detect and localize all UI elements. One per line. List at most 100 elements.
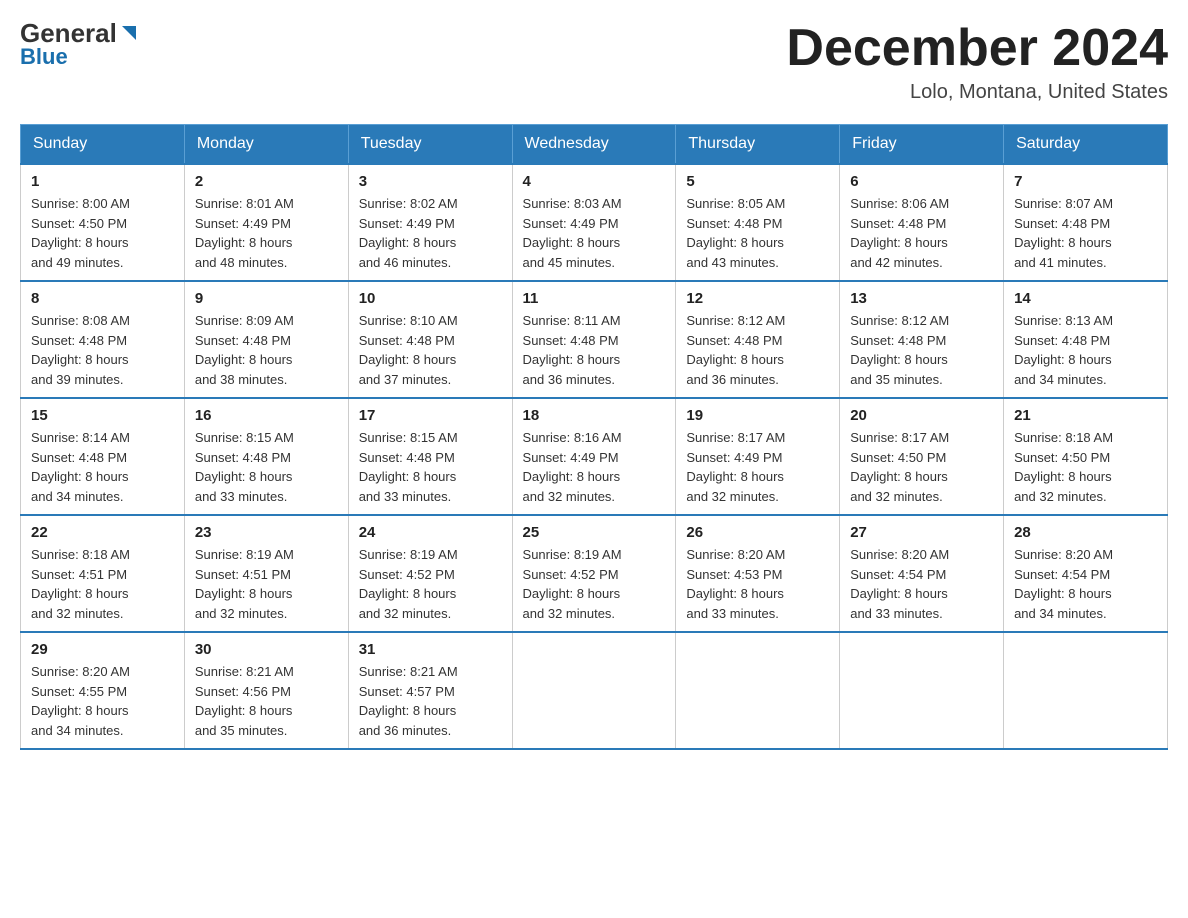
day-cell [840,632,1004,749]
day-cell: 21Sunrise: 8:18 AMSunset: 4:50 PMDayligh… [1004,398,1168,515]
day-cell [1004,632,1168,749]
weekday-header-tuesday: Tuesday [348,125,512,165]
location: Lolo, Montana, United States [786,81,1168,104]
day-number: 3 [359,173,502,190]
day-cell: 19 Sunrise: 8:17 AMSunset: 4:49 PMDayligh… [676,398,840,515]
day-number: 6 [850,173,993,190]
day-cell: 30 Sunrise: 8:21 AMSunset: 4:56 PMDayligh… [184,632,348,749]
day-number: 10 [359,290,502,307]
weekday-header-monday: Monday [184,125,348,165]
day-info: Sunrise: 8:12 AMSunset: 4:48 PMDaylight:… [850,311,993,389]
day-info: Sunrise: 8:19 AMSunset: 4:52 PMDaylight:… [359,545,502,623]
day-info: Sunrise: 8:20 AMSunset: 4:54 PMDaylight:… [1014,545,1157,623]
day-cell: 22Sunrise: 8:18 AMSunset: 4:51 PMDayligh… [21,515,185,632]
logo-blue: Blue [20,44,68,70]
day-cell: 31 Sunrise: 8:21 AMSunset: 4:57 PMDayligh… [348,632,512,749]
day-cell: 27 Sunrise: 8:20 AMSunset: 4:54 PMDayligh… [840,515,1004,632]
day-cell: 10Sunrise: 8:10 AMSunset: 4:48 PMDayligh… [348,281,512,398]
day-info: Sunrise: 8:16 AMSunset: 4:49 PMDaylight:… [523,428,666,506]
day-cell: 2 Sunrise: 8:01 AMSunset: 4:49 PMDaylight… [184,164,348,281]
day-cell: 15 Sunrise: 8:14 AMSunset: 4:48 PMDayligh… [21,398,185,515]
day-cell: 26 Sunrise: 8:20 AMSunset: 4:53 PMDayligh… [676,515,840,632]
day-number: 5 [686,173,829,190]
day-cell: 28Sunrise: 8:20 AMSunset: 4:54 PMDayligh… [1004,515,1168,632]
day-cell: 4 Sunrise: 8:03 AMSunset: 4:49 PMDaylight… [512,164,676,281]
day-number: 4 [523,173,666,190]
day-number: 11 [523,290,666,307]
day-info: Sunrise: 8:12 AMSunset: 4:48 PMDaylight:… [686,311,829,389]
day-number: 12 [686,290,829,307]
day-number: 24 [359,524,502,541]
day-number: 25 [523,524,666,541]
day-cell: 17 Sunrise: 8:15 AMSunset: 4:48 PMDayligh… [348,398,512,515]
week-row-5: 29 Sunrise: 8:20 AMSunset: 4:55 PMDayligh… [21,632,1168,749]
day-number: 8 [31,290,174,307]
day-info: Sunrise: 8:21 AMSunset: 4:56 PMDaylight:… [195,662,338,740]
month-title: December 2024 [786,20,1168,77]
day-number: 15 [31,407,174,424]
logo-triangle-icon [118,22,140,44]
day-number: 14 [1014,290,1157,307]
day-cell: 20Sunrise: 8:17 AMSunset: 4:50 PMDayligh… [840,398,1004,515]
weekday-header-thursday: Thursday [676,125,840,165]
day-number: 31 [359,641,502,658]
day-info: Sunrise: 8:21 AMSunset: 4:57 PMDaylight:… [359,662,502,740]
day-info: Sunrise: 8:19 AMSunset: 4:51 PMDaylight:… [195,545,338,623]
week-row-2: 8 Sunrise: 8:08 AMSunset: 4:48 PMDaylight… [21,281,1168,398]
day-number: 27 [850,524,993,541]
day-info: Sunrise: 8:15 AMSunset: 4:48 PMDaylight:… [195,428,338,506]
day-number: 21 [1014,407,1157,424]
day-number: 2 [195,173,338,190]
day-number: 17 [359,407,502,424]
day-number: 9 [195,290,338,307]
day-number: 30 [195,641,338,658]
day-number: 16 [195,407,338,424]
day-cell: 9Sunrise: 8:09 AMSunset: 4:48 PMDaylight… [184,281,348,398]
weekday-header-row: SundayMondayTuesdayWednesdayThursdayFrid… [21,125,1168,165]
day-number: 26 [686,524,829,541]
day-cell: 14 Sunrise: 8:13 AMSunset: 4:48 PMDayligh… [1004,281,1168,398]
day-cell: 23 Sunrise: 8:19 AMSunset: 4:51 PMDayligh… [184,515,348,632]
day-info: Sunrise: 8:05 AMSunset: 4:48 PMDaylight:… [686,194,829,272]
day-info: Sunrise: 8:02 AMSunset: 4:49 PMDaylight:… [359,194,502,272]
day-cell: 3 Sunrise: 8:02 AMSunset: 4:49 PMDaylight… [348,164,512,281]
day-info: Sunrise: 8:13 AMSunset: 4:48 PMDaylight:… [1014,311,1157,389]
day-number: 18 [523,407,666,424]
day-cell [512,632,676,749]
day-info: Sunrise: 8:00 AMSunset: 4:50 PMDaylight:… [31,194,174,272]
calendar-table: SundayMondayTuesdayWednesdayThursdayFrid… [20,124,1168,750]
day-info: Sunrise: 8:20 AMSunset: 4:55 PMDaylight:… [31,662,174,740]
day-cell: 11Sunrise: 8:11 AMSunset: 4:48 PMDayligh… [512,281,676,398]
day-info: Sunrise: 8:08 AMSunset: 4:48 PMDaylight:… [31,311,174,389]
day-info: Sunrise: 8:01 AMSunset: 4:49 PMDaylight:… [195,194,338,272]
weekday-header-wednesday: Wednesday [512,125,676,165]
day-info: Sunrise: 8:03 AMSunset: 4:49 PMDaylight:… [523,194,666,272]
day-info: Sunrise: 8:15 AMSunset: 4:48 PMDaylight:… [359,428,502,506]
day-cell: 18 Sunrise: 8:16 AMSunset: 4:49 PMDayligh… [512,398,676,515]
day-info: Sunrise: 8:14 AMSunset: 4:48 PMDaylight:… [31,428,174,506]
week-row-4: 22Sunrise: 8:18 AMSunset: 4:51 PMDayligh… [21,515,1168,632]
day-number: 23 [195,524,338,541]
day-info: Sunrise: 8:17 AMSunset: 4:50 PMDaylight:… [850,428,993,506]
day-number: 13 [850,290,993,307]
week-row-3: 15 Sunrise: 8:14 AMSunset: 4:48 PMDayligh… [21,398,1168,515]
day-number: 29 [31,641,174,658]
day-cell: 8 Sunrise: 8:08 AMSunset: 4:48 PMDaylight… [21,281,185,398]
day-info: Sunrise: 8:17 AMSunset: 4:49 PMDaylight:… [686,428,829,506]
day-cell: 24 Sunrise: 8:19 AMSunset: 4:52 PMDayligh… [348,515,512,632]
day-cell: 25Sunrise: 8:19 AMSunset: 4:52 PMDayligh… [512,515,676,632]
day-info: Sunrise: 8:20 AMSunset: 4:54 PMDaylight:… [850,545,993,623]
title-section: December 2024 Lolo, Montana, United Stat… [786,20,1168,104]
weekday-header-saturday: Saturday [1004,125,1168,165]
week-row-1: 1 Sunrise: 8:00 AMSunset: 4:50 PMDaylight… [21,164,1168,281]
day-cell: 29 Sunrise: 8:20 AMSunset: 4:55 PMDayligh… [21,632,185,749]
day-info: Sunrise: 8:20 AMSunset: 4:53 PMDaylight:… [686,545,829,623]
weekday-header-sunday: Sunday [21,125,185,165]
day-number: 19 [686,407,829,424]
day-info: Sunrise: 8:07 AMSunset: 4:48 PMDaylight:… [1014,194,1157,272]
weekday-header-friday: Friday [840,125,1004,165]
day-number: 1 [31,173,174,190]
page-header: General Blue December 2024 Lolo, Montana… [20,20,1168,104]
day-number: 7 [1014,173,1157,190]
day-info: Sunrise: 8:18 AMSunset: 4:51 PMDaylight:… [31,545,174,623]
